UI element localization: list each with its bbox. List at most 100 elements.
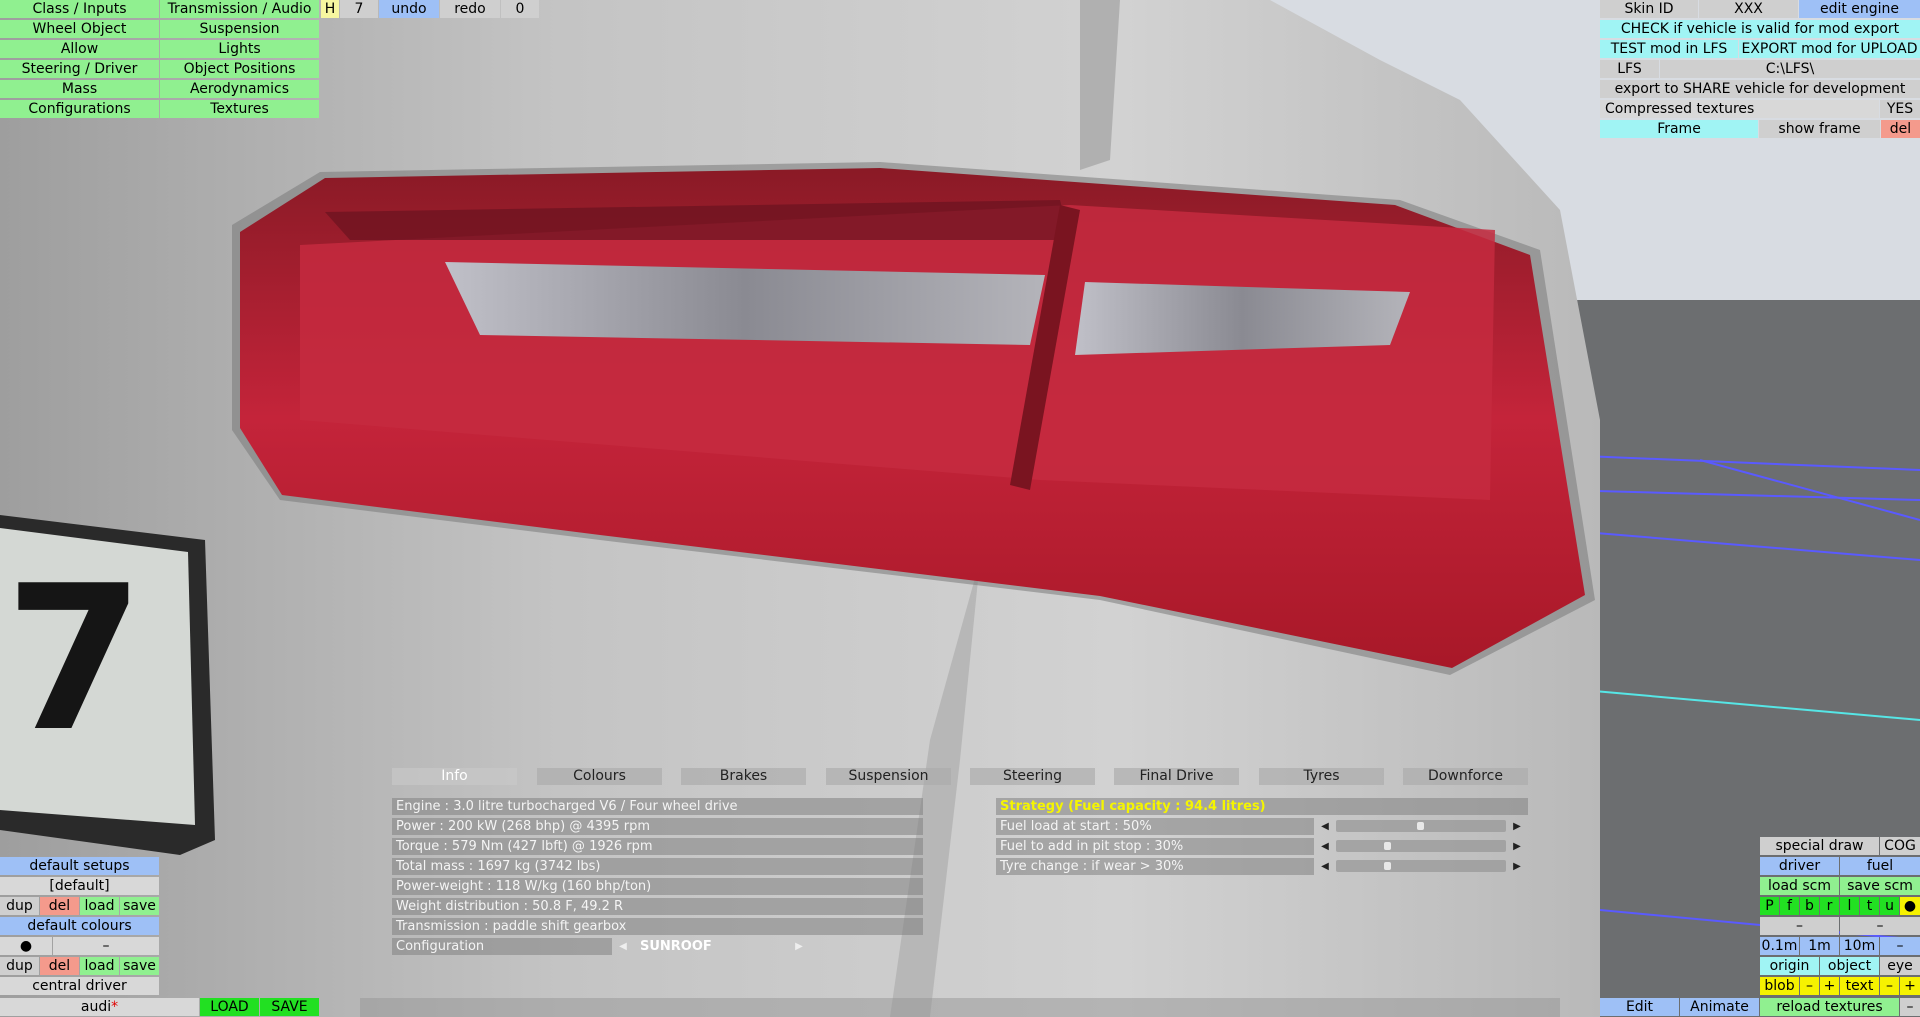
tab-steering[interactable]: Steering — [970, 768, 1095, 785]
view-t-button[interactable]: t — [1860, 897, 1879, 915]
colour-dot-item[interactable]: ● — [0, 937, 52, 955]
fuel-pit-decrease[interactable]: ◀ — [1318, 838, 1332, 855]
tyre-change-decrease[interactable]: ◀ — [1318, 858, 1332, 875]
tab-brakes[interactable]: Brakes — [681, 768, 806, 785]
show-frame-button[interactable]: show frame — [1759, 120, 1880, 138]
redo-button[interactable]: redo — [440, 0, 500, 18]
menu-suspension[interactable]: Suspension — [160, 20, 319, 38]
special-draw-button[interactable]: special draw — [1760, 837, 1879, 855]
tyre-change-knob[interactable] — [1384, 862, 1391, 870]
menu-transmission-audio[interactable]: Transmission / Audio — [160, 0, 319, 18]
blob-plus-button[interactable]: + — [1820, 977, 1839, 995]
tab-final-drive[interactable]: Final Drive — [1114, 768, 1239, 785]
step-1m-button[interactable]: 1m — [1800, 937, 1839, 955]
frame-button[interactable]: Frame — [1600, 120, 1758, 138]
origin-button[interactable]: origin — [1760, 957, 1819, 975]
text-button[interactable]: text — [1840, 977, 1879, 995]
setup-load-button[interactable]: load — [80, 897, 119, 915]
menu-object-positions[interactable]: Object Positions — [160, 60, 319, 78]
load-vehicle-button[interactable]: LOAD — [200, 998, 259, 1016]
fuel-button[interactable]: fuel — [1840, 857, 1920, 875]
tyre-change-increase[interactable]: ▶ — [1510, 858, 1524, 875]
h-toggle-button[interactable]: H — [321, 0, 339, 18]
edit-engine-button[interactable]: edit engine — [1799, 0, 1920, 18]
undo-button[interactable]: undo — [379, 0, 439, 18]
menu-wheel-object[interactable]: Wheel Object — [0, 20, 159, 38]
blob-button[interactable]: blob — [1760, 977, 1799, 995]
colour-load-button[interactable]: load — [80, 957, 119, 975]
fuel-load-increase[interactable]: ▶ — [1510, 818, 1524, 835]
eye-button[interactable]: eye — [1880, 957, 1920, 975]
view-l-button[interactable]: l — [1840, 897, 1859, 915]
colour-del-button[interactable]: del — [40, 957, 79, 975]
step-dash-left[interactable]: – — [1760, 917, 1839, 935]
tab-info[interactable]: Info — [392, 768, 517, 785]
tab-downforce[interactable]: Downforce — [1403, 768, 1528, 785]
text-plus-button[interactable]: + — [1900, 977, 1920, 995]
save-vehicle-button[interactable]: SAVE — [260, 998, 319, 1016]
export-share-button[interactable]: export to SHARE vehicle for development — [1600, 80, 1920, 98]
setup-list-item[interactable]: [default] — [0, 877, 159, 895]
vehicle-name: audi — [80, 999, 112, 1015]
fuel-pit-slider[interactable] — [1336, 840, 1506, 852]
save-scm-button[interactable]: save scm — [1840, 877, 1920, 895]
step-01m-button[interactable]: 0.1m — [1760, 937, 1799, 955]
view-u-button[interactable]: u — [1880, 897, 1899, 915]
menu-lights[interactable]: Lights — [160, 40, 319, 58]
fuel-load-decrease[interactable]: ◀ — [1318, 818, 1332, 835]
fuel-load-knob[interactable] — [1417, 822, 1424, 830]
fuel-load-slider[interactable] — [1336, 820, 1506, 832]
setup-del-button[interactable]: del — [40, 897, 79, 915]
menu-class-inputs[interactable]: Class / Inputs — [0, 0, 159, 18]
tab-colours[interactable]: Colours — [537, 768, 662, 785]
fuel-pit-increase[interactable]: ▶ — [1510, 838, 1524, 855]
export-mod-button[interactable]: EXPORT mod for UPLOAD — [1739, 40, 1920, 58]
menu-mass[interactable]: Mass — [0, 80, 159, 98]
view-b-button[interactable]: b — [1800, 897, 1819, 915]
setup-dup-button[interactable]: dup — [0, 897, 39, 915]
colour-dash-item[interactable]: – — [53, 937, 159, 955]
blob-minus-button[interactable]: – — [1800, 977, 1819, 995]
menu-steering-driver[interactable]: Steering / Driver — [0, 60, 159, 78]
lfs-path-field[interactable]: C:\LFS\ — [1660, 60, 1920, 78]
menu-textures[interactable]: Textures — [160, 100, 319, 118]
check-valid-button[interactable]: CHECK if vehicle is valid for mod export — [1600, 20, 1920, 38]
tab-suspension[interactable]: Suspension — [826, 768, 951, 785]
tab-tyres[interactable]: Tyres — [1259, 768, 1384, 785]
tyre-change-slider[interactable] — [1336, 860, 1506, 872]
configuration-next-arrow[interactable]: ▶ — [792, 938, 806, 955]
menu-allow[interactable]: Allow — [0, 40, 159, 58]
test-mod-button[interactable]: TEST mod in LFS — [1600, 40, 1738, 58]
step-10m-button[interactable]: 10m — [1840, 937, 1879, 955]
reload-minus-button[interactable]: – — [1900, 998, 1920, 1016]
step-minus-button[interactable]: – — [1880, 937, 1920, 955]
step-dash-right[interactable]: – — [1840, 917, 1920, 935]
text-minus-button[interactable]: – — [1880, 977, 1899, 995]
view-dot-button[interactable]: ● — [1900, 897, 1920, 915]
default-setups-header[interactable]: default setups — [0, 857, 159, 875]
edit-button[interactable]: Edit — [1600, 998, 1679, 1016]
cog-button[interactable]: COG — [1880, 837, 1920, 855]
3d-viewport[interactable]: 7 — [0, 0, 1920, 1017]
animate-button[interactable]: Animate — [1680, 998, 1759, 1016]
view-r-button[interactable]: r — [1820, 897, 1839, 915]
configuration-prev-arrow[interactable]: ◀ — [616, 938, 630, 955]
setup-save-button[interactable]: save — [120, 897, 159, 915]
reload-textures-button[interactable]: reload textures — [1760, 998, 1899, 1016]
central-driver-toggle[interactable]: central driver — [0, 977, 159, 995]
load-scm-button[interactable]: load scm — [1760, 877, 1839, 895]
delete-frame-button[interactable]: del — [1881, 120, 1920, 138]
view-f-button[interactable]: f — [1780, 897, 1799, 915]
fuel-pit-knob[interactable] — [1384, 842, 1391, 850]
colour-dup-button[interactable]: dup — [0, 957, 39, 975]
colour-save-button[interactable]: save — [120, 957, 159, 975]
skin-id-field[interactable]: XXX — [1699, 0, 1798, 18]
driver-button[interactable]: driver — [1760, 857, 1839, 875]
view-p-button[interactable]: P — [1760, 897, 1779, 915]
object-button[interactable]: object — [1820, 957, 1879, 975]
compressed-textures-toggle[interactable]: YES — [1880, 100, 1920, 118]
vehicle-name-field[interactable]: audi* — [0, 998, 199, 1016]
default-colours-header[interactable]: default colours — [0, 917, 159, 935]
menu-aerodynamics[interactable]: Aerodynamics — [160, 80, 319, 98]
menu-configurations[interactable]: Configurations — [0, 100, 159, 118]
